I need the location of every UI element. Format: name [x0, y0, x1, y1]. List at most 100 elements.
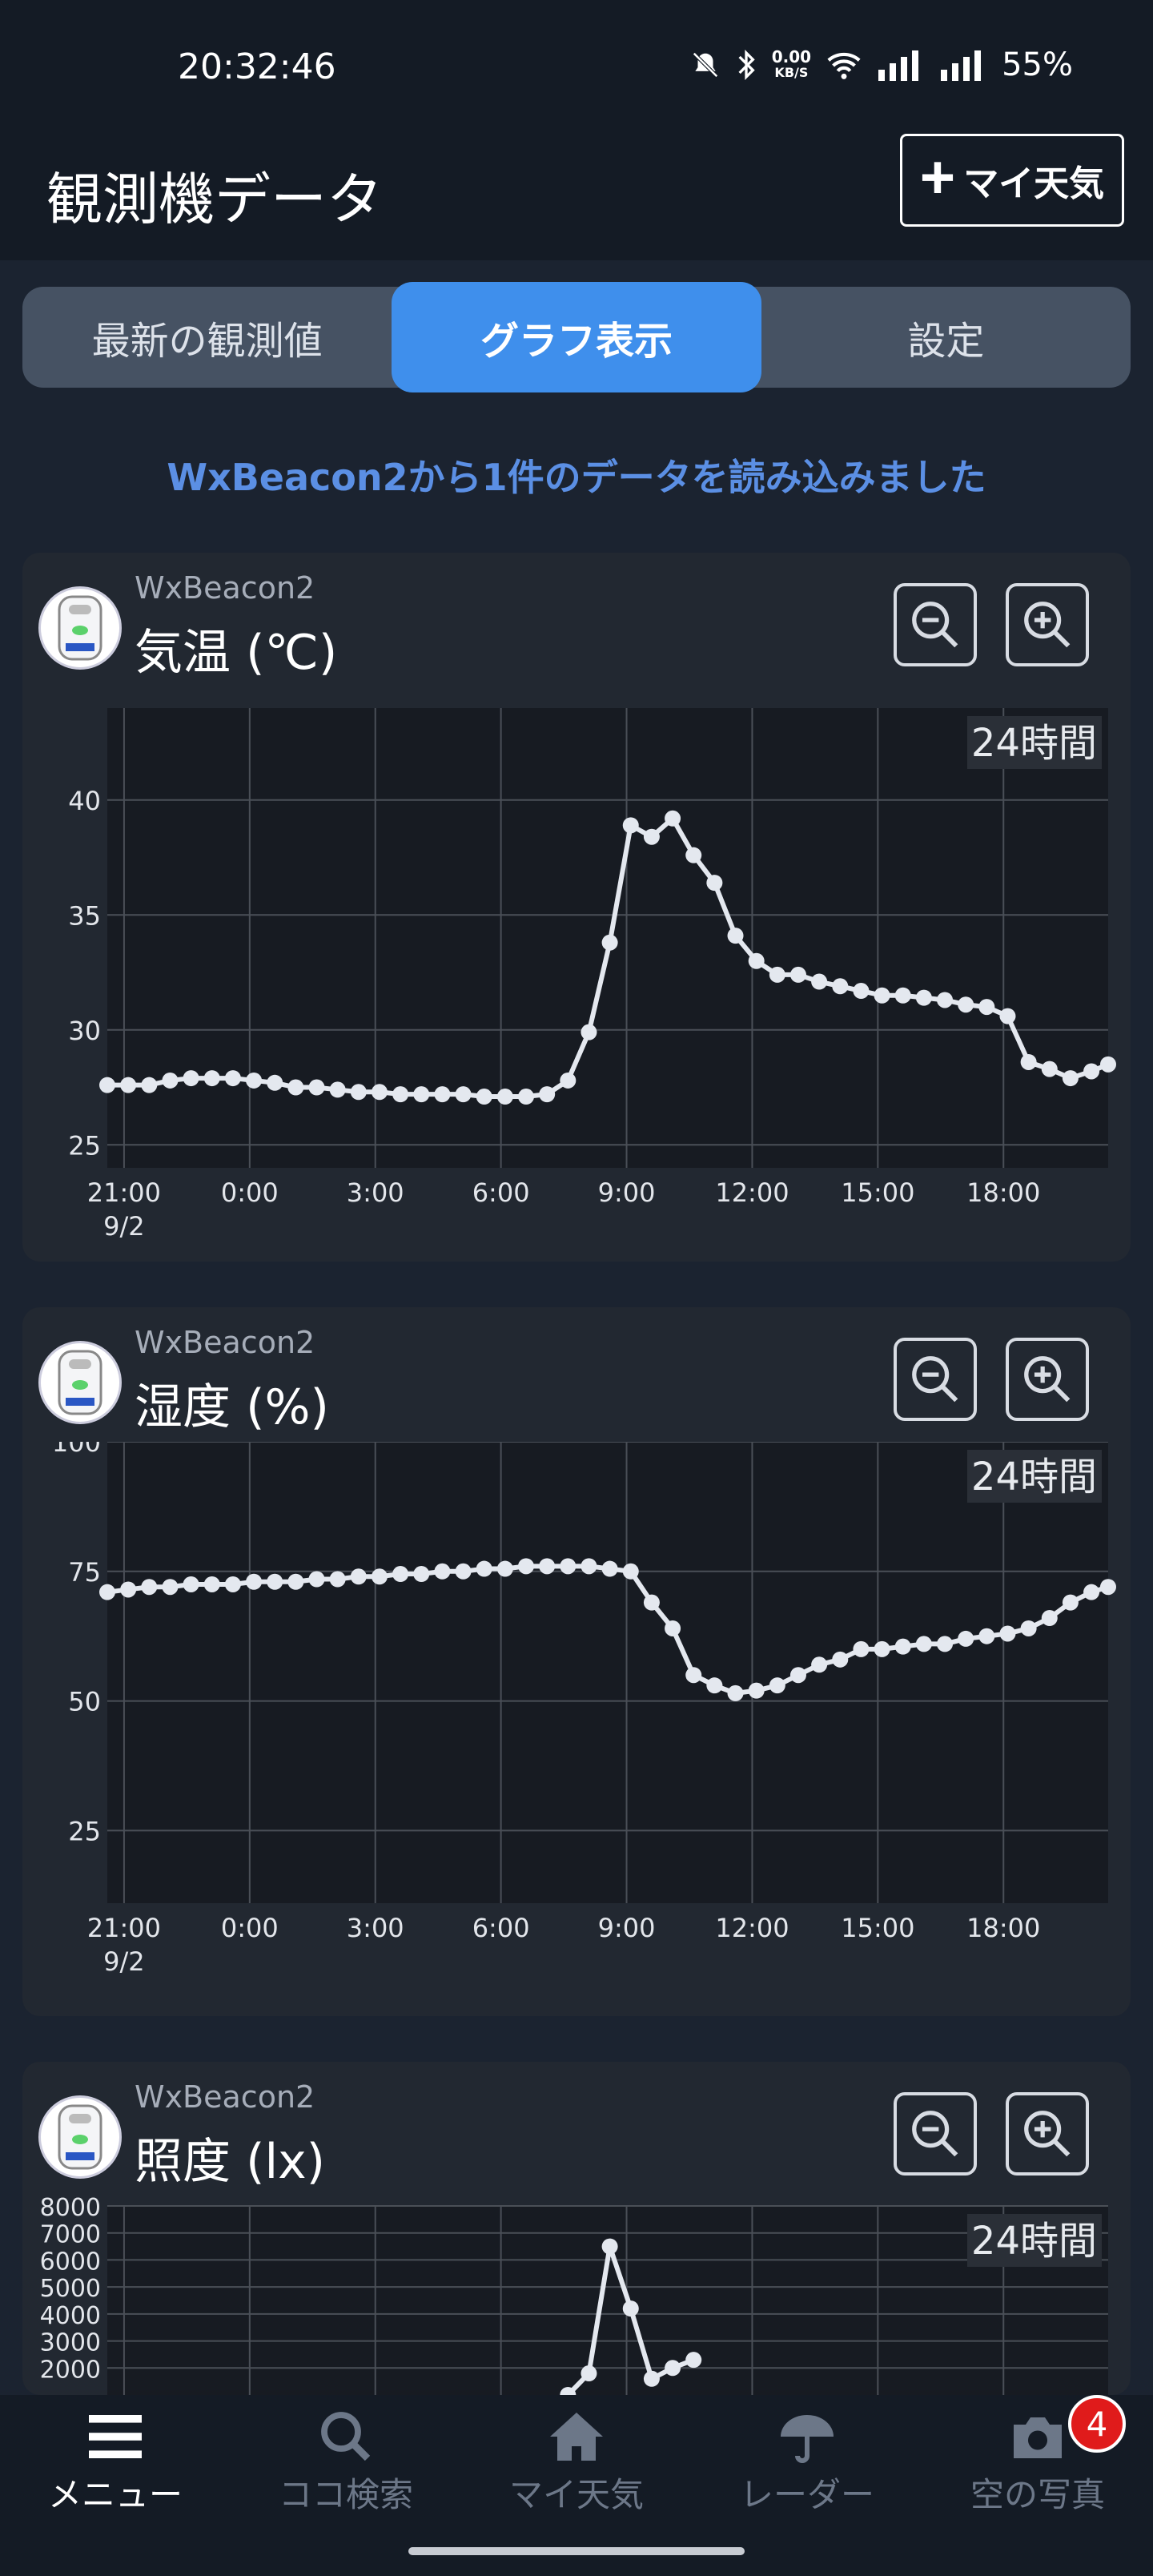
data-point	[665, 810, 681, 827]
data-point	[832, 978, 849, 995]
data-point	[769, 1677, 785, 1694]
data-point	[685, 1667, 702, 1684]
nav-menu[interactable]: メニュー	[0, 2395, 231, 2531]
data-point	[476, 1560, 492, 1577]
nav-label: マイ天気	[508, 2474, 644, 2514]
data-point	[706, 1677, 723, 1694]
data-point	[455, 1086, 472, 1103]
home-indicator[interactable]	[408, 2547, 745, 2555]
device-name: WxBeacon2	[135, 2079, 315, 2115]
y-tick-label: 8000	[40, 2196, 101, 2222]
data-point	[958, 996, 974, 1013]
temperature-chart: 25 30 35 40 21:009/2 0:00 3:00 6:00 9:00 12:00 15:…	[68, 708, 1116, 1242]
status-bar: 20:32:46 0.00 KB/S 55%	[0, 0, 1153, 132]
data-point	[811, 1656, 828, 1673]
data-point	[665, 2360, 681, 2377]
data-point	[224, 1070, 241, 1087]
nav-search[interactable]: ココ検索	[231, 2395, 461, 2531]
tab-settings[interactable]: 設定	[761, 287, 1131, 388]
data-point	[706, 875, 723, 892]
data-point	[120, 1581, 137, 1598]
menu-icon	[89, 2414, 142, 2458]
data-point	[853, 1640, 870, 1657]
data-point	[560, 1072, 576, 1089]
app-header: 観測機データ + マイ天気	[0, 132, 1153, 260]
x-tick-label: 0:00	[221, 1913, 279, 1943]
x-tick-label: 3:00	[347, 1177, 404, 1208]
data-point	[246, 1072, 263, 1089]
status-icons: 0.00 KB/S 55%	[690, 46, 1073, 83]
nav-radar[interactable]: レーダー	[692, 2395, 922, 2531]
zoom-in-button[interactable]	[1006, 583, 1089, 666]
device-name: WxBeacon2	[135, 1325, 315, 1360]
y-tick-label: 5000	[40, 2275, 101, 2303]
x-tick-label: 9:00	[598, 1177, 656, 1208]
x-tick-label: 3:00	[347, 1913, 404, 1943]
load-message: WxBeacon2から1件のデータを読み込みました	[167, 456, 986, 499]
data-point	[434, 1086, 451, 1103]
y-tick-label: 6000	[40, 2248, 101, 2276]
zoom-in-icon	[1024, 602, 1071, 648]
sensor-title: 湿度 (%)	[135, 1379, 329, 1435]
device-icon	[58, 595, 102, 661]
data-point	[643, 2370, 660, 2387]
zoom-out-button[interactable]	[894, 1338, 977, 1421]
y-tick-label: 30	[68, 1016, 101, 1046]
data-point	[643, 1594, 660, 1611]
x-tick-label: 21:00	[87, 1913, 161, 1943]
data-point	[141, 1579, 158, 1596]
netspeed-unit: KB/S	[774, 65, 809, 80]
y-tick-label: 3000	[40, 2329, 101, 2357]
data-point	[978, 999, 995, 1016]
tab-graph[interactable]: グラフ表示	[392, 282, 761, 392]
zoom-in-button[interactable]	[1006, 2092, 1089, 2176]
x-tick-label: 15:00	[841, 1913, 914, 1943]
data-point	[748, 1682, 765, 1699]
signal-icon-2	[941, 50, 982, 81]
data-point	[539, 1086, 556, 1103]
data-point	[581, 2365, 597, 2382]
nav-label: レーダー	[739, 2474, 874, 2514]
data-point	[811, 973, 828, 990]
data-point	[308, 1079, 325, 1096]
data-point	[978, 1628, 995, 1644]
data-point	[350, 1568, 367, 1585]
x-tick-label: 6:00	[472, 1913, 530, 1943]
nav-label: 空の写真	[970, 2474, 1105, 2514]
zoom-out-button[interactable]	[894, 583, 977, 666]
data-point	[1062, 1070, 1079, 1087]
data-point	[99, 1584, 115, 1600]
zoom-in-button[interactable]	[1006, 1338, 1089, 1421]
add-my-weather-button[interactable]: + マイ天気	[900, 134, 1124, 227]
data-point	[434, 1563, 451, 1580]
search-icon	[321, 2411, 371, 2461]
data-point	[203, 1070, 220, 1087]
tab-latest[interactable]: 最新の観測値	[22, 287, 392, 388]
data-point	[894, 1638, 911, 1655]
y-tick-label: 75	[68, 1557, 101, 1588]
nav-my-weather[interactable]: マイ天気	[461, 2395, 692, 2531]
zoom-out-icon	[912, 1356, 958, 1403]
nav-label: メニュー	[47, 2474, 183, 2514]
data-point	[162, 1579, 179, 1596]
sensor-title: 気温 (℃)	[135, 625, 338, 681]
nav-sky-photos[interactable]: 空の写真 4	[922, 2395, 1153, 2531]
home-icon	[550, 2412, 603, 2461]
data-point	[287, 1573, 304, 1590]
data-point	[894, 987, 911, 1004]
data-point	[267, 1573, 283, 1590]
data-point	[1020, 1053, 1037, 1070]
data-point	[853, 983, 870, 1000]
data-point	[267, 1074, 283, 1091]
device-avatar	[38, 1341, 122, 1424]
mute-icon	[692, 52, 718, 78]
humidity-chart: 25 50 75 100 21:009/2 0:00 3:00 6:00 9:00 12:00 15…	[52, 1442, 1116, 1977]
data-point	[874, 987, 890, 1004]
data-point	[162, 1072, 179, 1089]
data-point	[455, 1563, 472, 1580]
device-avatar	[38, 586, 122, 670]
status-time: 20:32:46	[178, 46, 336, 87]
data-point	[496, 1560, 513, 1577]
zoom-out-button[interactable]	[894, 2092, 977, 2176]
x-tick-label: 18:00	[966, 1913, 1040, 1943]
